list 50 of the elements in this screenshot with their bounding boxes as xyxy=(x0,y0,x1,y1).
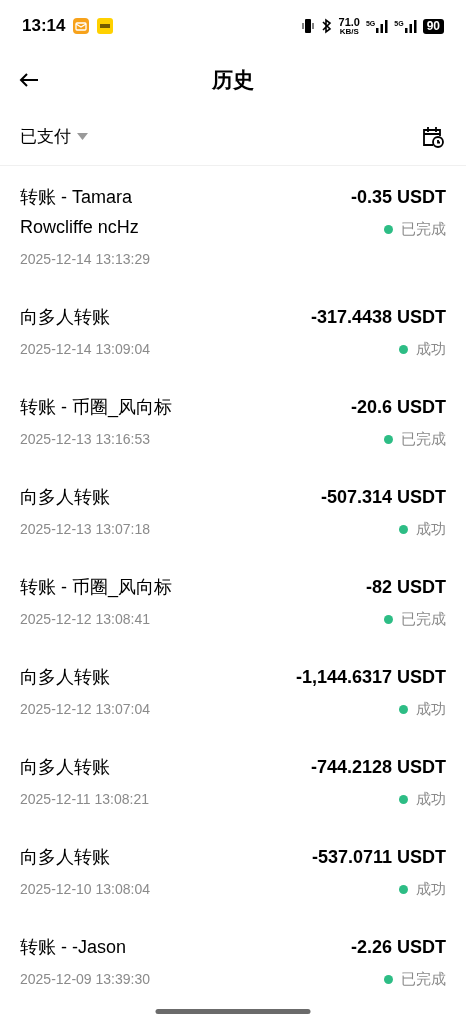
transaction-amount: -507.314 USDT xyxy=(320,486,446,509)
transaction-date: 2025-12-11 13:08:21 xyxy=(20,790,149,808)
caret-icon xyxy=(77,133,88,140)
bluetooth-icon xyxy=(320,18,333,34)
signal-icon xyxy=(404,19,417,33)
transaction-amount: -82 USDT xyxy=(366,576,446,599)
transaction-title: 转账 - 币圈_风向标 xyxy=(20,576,172,600)
transaction-date: 2025-12-13 13:07:18 xyxy=(20,520,150,538)
transaction-title: 向多人转账 xyxy=(20,756,111,779)
transaction-status: 已完成 xyxy=(401,610,446,628)
network-speed: 71.0 xyxy=(338,16,360,28)
transaction-date: 2025-12-09 13:39:30 xyxy=(20,970,150,988)
transaction-status: 成功 xyxy=(416,790,446,808)
speed-unit: KB/S xyxy=(339,27,359,36)
transaction-title: 向多人转账 xyxy=(20,666,111,689)
transaction-date: 2025-12-14 13:09:04 xyxy=(20,340,150,358)
transaction-amount: -317.4438 USDT xyxy=(310,306,446,329)
transaction-title: 转账 - -Jason xyxy=(20,936,128,959)
transaction-status: 成功 xyxy=(416,520,446,538)
page-title: 历史 xyxy=(212,67,254,94)
vibrate-icon xyxy=(300,18,315,34)
transaction-date: 2025-12-10 13:08:04 xyxy=(20,880,150,898)
transaction-title: 转账 - 币圈_风向标 xyxy=(20,396,172,420)
transaction-amount: -537.0711 USDT xyxy=(311,846,446,869)
transaction-status: 已完成 xyxy=(401,970,446,988)
transaction-amount: -0.35 USDT xyxy=(350,186,446,209)
transaction-date: 2025-12-13 13:16:53 xyxy=(20,430,151,448)
signal-icon xyxy=(376,19,389,33)
transaction-title: 向多人转账 xyxy=(20,486,111,509)
transaction-title: 转账 - Tamara Rowcliffe ncHz xyxy=(20,186,140,239)
transaction-amount: -2.26 USDT xyxy=(350,936,446,959)
battery-level: 90 xyxy=(422,18,444,34)
transaction-status: 已完成 xyxy=(401,220,446,238)
filter-dropdown[interactable]: 已支付 xyxy=(20,123,88,150)
transaction-status: 成功 xyxy=(416,880,446,898)
transaction-date: 2025-12-12 13:07:04 xyxy=(20,700,150,718)
transaction-amount: -20.6 USDT xyxy=(350,396,446,419)
transaction-status: 成功 xyxy=(416,700,446,718)
transaction-date: 2025-12-14 13:13:29 xyxy=(20,250,151,268)
transaction-amount: -744.2128 USDT xyxy=(310,756,446,779)
transaction-title: 向多人转账 xyxy=(20,306,111,329)
back-arrow-icon xyxy=(19,72,39,88)
transaction-status: 已完成 xyxy=(401,430,446,448)
calendar-clock-icon xyxy=(421,124,445,149)
transaction-date: 2025-12-12 13:08:41 xyxy=(20,610,151,628)
status-time: 13:14 xyxy=(22,15,66,38)
transaction-amount: -1,144.6317 USDT xyxy=(295,666,446,689)
mail-app-icon xyxy=(73,18,90,34)
transaction-title: 向多人转账 xyxy=(20,846,111,869)
transaction-status: 成功 xyxy=(416,340,446,358)
